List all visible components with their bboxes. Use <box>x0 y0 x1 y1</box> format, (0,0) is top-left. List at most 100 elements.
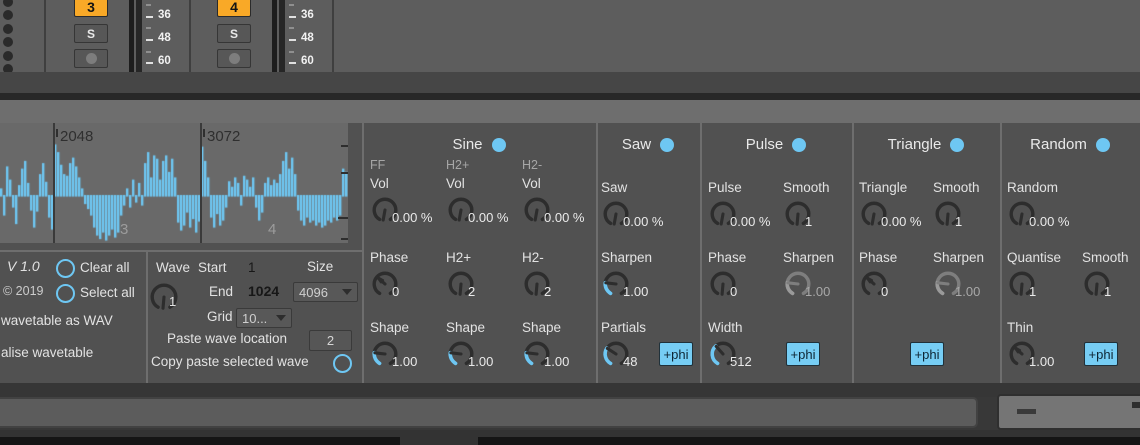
dropdown-arrow-icon <box>342 289 352 295</box>
meter-label: 36 <box>158 9 182 21</box>
triangle-enable-led[interactable] <box>950 138 964 152</box>
solo-button[interactable]: S <box>217 24 251 43</box>
section-title-label: Sine <box>452 136 482 153</box>
knob-value: 0.00 % <box>392 210 432 225</box>
random-phi-button[interactable]: +phi <box>1084 342 1118 366</box>
wave-marker-line <box>53 123 55 243</box>
knob-label: Vol <box>522 176 598 195</box>
knob-label: Partials <box>601 320 677 339</box>
grid-dropdown[interactable]: 10... <box>236 308 292 328</box>
normalise-label[interactable]: alise wavetable <box>1 345 93 360</box>
knob-label: Pulse <box>708 180 784 199</box>
knob-value: 1 <box>955 214 962 229</box>
knob-label: H2- <box>522 250 598 269</box>
meter-tick <box>146 27 151 29</box>
window-bottom-edge <box>0 437 1140 445</box>
knob-value: 0.00 % <box>468 210 508 225</box>
sine-h2minus-cell: H2- 2 <box>522 250 598 299</box>
device-scroll-box[interactable] <box>997 394 1140 430</box>
section-divider <box>362 123 364 383</box>
bottom-tab <box>400 437 478 445</box>
size-dropdown[interactable]: 4096 <box>293 282 358 302</box>
collapse-dash-icon <box>1017 409 1036 414</box>
level-meter-left <box>129 0 134 72</box>
saw-sharpen-cell: Sharpen 1.00 <box>601 250 677 299</box>
triangle-phase-cell: Phase 0 <box>859 250 935 299</box>
sine-enable-led[interactable] <box>492 138 506 152</box>
wave-segment-number: 3 <box>120 221 128 238</box>
solo-button[interactable]: S <box>74 24 108 43</box>
pulse-phi-button[interactable]: +phi <box>786 342 820 366</box>
saw-level-cell: Saw 0.00 % <box>601 180 677 229</box>
knob-label: Shape <box>370 320 446 339</box>
meter-scale <box>146 0 156 72</box>
paste-location-field[interactable]: 2 <box>309 330 352 351</box>
knob-label: Random <box>1007 180 1083 199</box>
size-label: Size <box>307 259 333 274</box>
random-enable-led[interactable] <box>1096 138 1110 152</box>
knob-label: Triangle <box>859 180 935 199</box>
saw-phi-button[interactable]: +phi <box>659 342 693 366</box>
meter-tick <box>289 4 294 6</box>
clear-all-radio[interactable] <box>56 259 75 278</box>
knob-label: Phase <box>859 250 935 269</box>
drop-area-dot-icon <box>3 51 13 61</box>
knob-value: 2 <box>544 284 551 299</box>
triangle-phi-button[interactable]: +phi <box>910 342 944 366</box>
meter-tick <box>146 51 151 53</box>
saw-enable-led[interactable] <box>660 138 674 152</box>
knob-label: Smooth <box>933 180 1009 199</box>
sine-ff-vol-cell: FF Vol 0.00 % <box>370 158 446 225</box>
knob-value: 1 <box>1104 284 1111 299</box>
select-all-radio[interactable] <box>56 284 75 303</box>
column-label: FF <box>370 158 446 176</box>
info-wave-divider <box>146 252 148 383</box>
pulse-enable-led[interactable] <box>792 138 806 152</box>
column-label: H2+ <box>446 158 522 176</box>
section-divider <box>700 123 702 383</box>
end-value-field[interactable]: 1024 <box>248 283 279 299</box>
random-thin-cell: Thin 1.00 <box>1007 320 1083 369</box>
triangle-smooth-cell: Smooth 1 <box>933 180 1009 229</box>
wave-marker-line <box>200 123 202 243</box>
knob-label: Vol <box>370 176 446 195</box>
track-activator-button[interactable]: 4 <box>217 0 251 17</box>
meter-tick <box>289 27 294 29</box>
marker-position-label: 2048 <box>60 128 93 145</box>
size-dropdown-value: 4096 <box>299 285 328 300</box>
pulse-width-cell: Width 512 <box>708 320 784 369</box>
section-title-sine: Sine <box>362 136 596 153</box>
wave-label: Wave <box>156 260 190 275</box>
meter-scale <box>289 0 299 72</box>
save-wav-label[interactable]: wavetable as WAV <box>1 313 113 328</box>
knob-label: H2+ <box>446 250 522 269</box>
drop-area-dot-icon <box>3 0 13 7</box>
triangle-level-cell: Triangle 0.00 % <box>859 180 935 229</box>
meter-tick <box>146 62 153 64</box>
track-4-mixer: 4 S 36 48 60 <box>191 0 332 72</box>
end-label: End <box>209 284 233 299</box>
knob-label: Sharpen <box>601 250 677 269</box>
knob-value: 1.00 <box>392 354 417 369</box>
track-activator-button[interactable]: 3 <box>74 0 108 17</box>
wavetable-display-panel: 2048 3072 3 4 <box>0 123 348 243</box>
copy-paste-label: Copy paste selected wave <box>151 354 309 369</box>
level-meter-left <box>272 0 277 72</box>
knob-label: Phase <box>708 250 784 269</box>
knob-label: Width <box>708 320 784 339</box>
status-bar[interactable] <box>0 397 978 428</box>
arm-record-button[interactable] <box>217 49 251 68</box>
arm-dot-icon <box>229 53 240 64</box>
knob-value: 0 <box>730 284 737 299</box>
arm-record-button[interactable] <box>74 49 108 68</box>
knob-value: 0.00 % <box>730 214 770 229</box>
pulse-sharpen-cell: Sharpen 1.00 <box>783 250 859 299</box>
knob-value: 0.00 % <box>881 214 921 229</box>
knob-value: 0.00 % <box>1029 214 1069 229</box>
start-value-field[interactable]: 1 <box>248 260 256 275</box>
scale-tick <box>341 145 348 147</box>
knob-label: Vol <box>446 176 522 195</box>
knob-label: Smooth <box>783 180 859 199</box>
knob-value: 1.00 <box>1029 354 1054 369</box>
copy-paste-radio[interactable] <box>333 354 352 373</box>
